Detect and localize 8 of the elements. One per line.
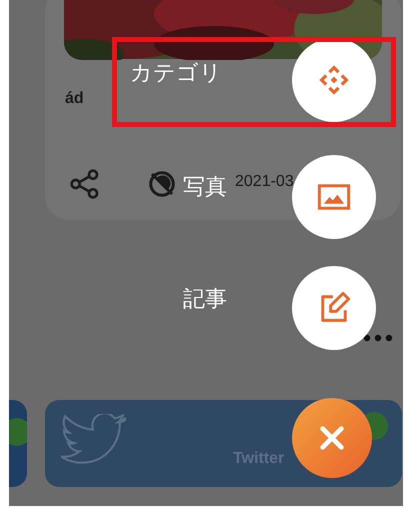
- post-date: 2021-03: [235, 173, 294, 191]
- more-icon[interactable]: [363, 334, 393, 342]
- hidden-icon[interactable]: [147, 169, 177, 199]
- menu-label: 写真: [183, 174, 227, 202]
- menu-label: カテゴリ: [130, 60, 222, 88]
- share-icon[interactable]: [69, 168, 101, 200]
- menu-label: 記事: [183, 286, 227, 314]
- post-title: ád: [65, 90, 84, 108]
